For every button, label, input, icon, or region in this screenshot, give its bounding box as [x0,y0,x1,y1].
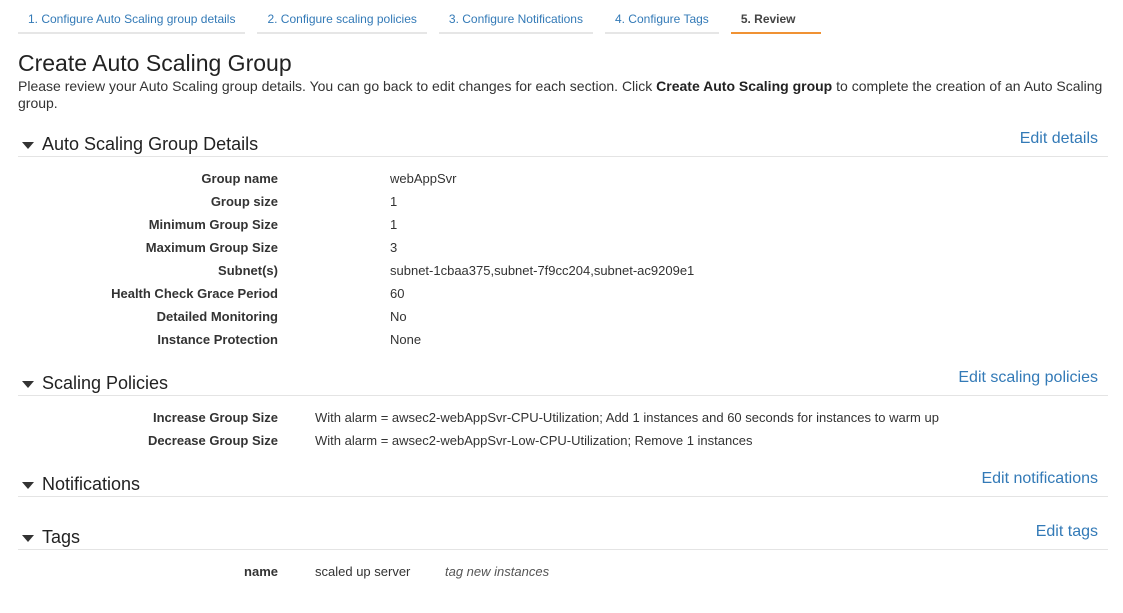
section-details-header: Auto Scaling Group Details Edit details [18,130,1108,157]
detail-row: Maximum Group Size 3 [0,240,1100,263]
edit-notifications-link[interactable]: Edit notifications [981,470,1098,488]
detail-value: 1 [390,217,398,232]
detail-row: Detailed Monitoring No [0,309,1100,332]
detail-value: No [390,309,407,324]
policy-value: With alarm = awsec2-webAppSvr-Low-CPU-Ut… [315,433,753,448]
edit-details-link[interactable]: Edit details [1020,130,1098,148]
section-notifications-header: Notifications Edit notifications [18,470,1108,497]
collapse-caret-icon[interactable] [22,142,34,149]
section-details-title: Auto Scaling Group Details [42,134,259,154]
detail-key: Subnet(s) [218,263,278,278]
detail-value: subnet-1cbaa375,subnet-7f9cc204,subnet-a… [390,263,695,278]
review-page: 1. Configure Auto Scaling group details … [0,0,1123,613]
tag-row: name scaled up server tag new instances [0,564,1100,587]
policy-row: Increase Group Size With alarm = awsec2-… [0,410,1100,433]
step-review[interactable]: 5. Review [730,0,821,34]
policy-row: Decrease Group Size With alarm = awsec2-… [0,433,1100,456]
intro-bold: Create Auto Scaling group [656,78,833,94]
step-configure-details[interactable]: 1. Configure Auto Scaling group details [18,0,246,34]
step-configure-notifications[interactable]: 3. Configure Notifications [438,0,593,34]
section-policies-title: Scaling Policies [42,373,169,393]
page-intro: Please review your Auto Scaling group de… [18,78,1113,112]
section-tags-title: Tags [42,527,81,547]
detail-row: Health Check Grace Period 60 [0,286,1100,309]
section-notifications-title: Notifications [42,474,141,494]
detail-value: 3 [390,240,398,255]
detail-key: Detailed Monitoring [156,309,278,324]
detail-row: Group name webAppSvr [0,171,1100,194]
edit-tags-link[interactable]: Edit tags [1036,523,1098,541]
detail-value: None [390,332,422,347]
policy-key: Decrease Group Size [147,433,278,448]
section-policies-header: Scaling Policies Edit scaling policies [18,369,1108,396]
detail-row: Group size 1 [0,194,1100,217]
detail-value: webAppSvr [390,171,457,186]
detail-row: Instance Protection None [0,332,1100,355]
tag-value: scaled up server [315,564,411,579]
collapse-caret-icon[interactable] [22,482,34,489]
policy-key: Increase Group Size [153,410,278,425]
policy-value: With alarm = awsec2-webAppSvr-CPU-Utiliz… [315,410,939,425]
tag-key: name [244,564,278,579]
step-configure-policies[interactable]: 2. Configure scaling policies [257,0,427,34]
detail-row: Subnet(s) subnet-1cbaa375,subnet-7f9cc20… [0,263,1100,286]
detail-key: Instance Protection [157,332,278,347]
detail-value: 1 [390,194,398,209]
wizard-steps: 1. Configure Auto Scaling group details … [18,0,833,34]
section-tags-header: Tags Edit tags [18,523,1108,550]
step-configure-tags[interactable]: 4. Configure Tags [604,0,719,34]
page-title: Create Auto Scaling Group [18,50,292,76]
tag-propagate-note: tag new instances [445,564,550,579]
collapse-caret-icon[interactable] [22,535,34,542]
edit-scaling-policies-link[interactable]: Edit scaling policies [958,369,1098,387]
detail-value: 60 [390,286,405,301]
intro-text: Please review your Auto Scaling group de… [18,78,657,94]
collapse-caret-icon[interactable] [22,381,34,388]
detail-key: Health Check Grace Period [111,286,278,301]
detail-key: Maximum Group Size [145,240,278,255]
detail-key: Group size [210,194,278,209]
detail-key: Minimum Group Size [148,217,278,232]
detail-key: Group name [201,171,278,186]
detail-row: Minimum Group Size 1 [0,217,1100,240]
